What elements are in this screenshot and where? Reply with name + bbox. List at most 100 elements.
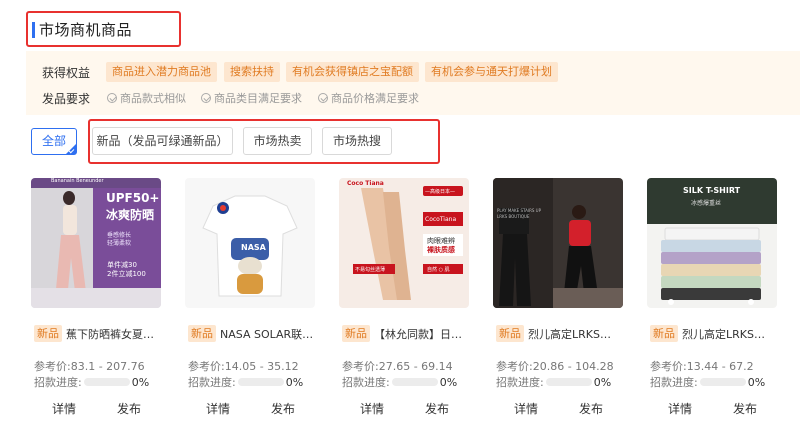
progress-label: 招款进度: (650, 376, 698, 389)
image-text-1: SILK T-SHIRT (683, 186, 741, 195)
product-price: 参考价:20.86 - 104.28 (496, 358, 614, 374)
product-progress: 招款进度: 0% (342, 374, 457, 390)
product-image[interactable]: NASA (185, 178, 315, 308)
benefit-tag-boost-plan: 有机会参与通天打爆计划 (425, 62, 558, 82)
filter-new-products-button[interactable]: 新品（发品可绿通新品） (92, 127, 233, 155)
image-subtext-2: 轻薄柔软 (107, 240, 132, 247)
publish-link[interactable]: 发布 (425, 400, 449, 417)
filter-all-label: 全部 (41, 134, 66, 148)
image-brand: Coco Tiana (347, 180, 384, 187)
image-headline: UPF50+ (106, 191, 160, 205)
new-badge: 新品 (496, 325, 524, 342)
product-title[interactable]: 新品 烈儿高定LRKS… (650, 325, 777, 342)
product-image[interactable]: Bananain Beneunder UPF50+ 冰爽防晒 垂感修长 轻薄柔软… (31, 178, 161, 308)
product-progress: 招款进度: 0% (188, 374, 303, 390)
image-text-2: LRKS BOUTIQUE (497, 214, 530, 219)
detail-link[interactable]: 详情 (668, 400, 692, 417)
product-card[interactable]: SILK T-SHIRT 冰感爆重丝 新品 烈儿高定LRKS… 参考价:13.4… (647, 178, 777, 428)
filter-hot-selling-button[interactable]: 市场热卖 (243, 127, 312, 155)
image-promo-2: 2件立减100 (107, 270, 146, 278)
detail-link[interactable]: 详情 (514, 400, 538, 417)
product-price: 参考价:13.44 - 67.2 (650, 358, 754, 374)
product-card[interactable]: PLAY MAKE STAIRS UP LRKS BOUTIQUE 新品 烈儿高… (493, 178, 623, 428)
progress-bar (83, 378, 130, 386)
product-title-text: 【林允同款】日… (374, 327, 462, 341)
check-circle-icon (201, 93, 211, 103)
new-badge: 新品 (342, 325, 370, 342)
section-title: 市场商机商品 (39, 21, 133, 39)
check-circle-icon (318, 93, 328, 103)
image-tag: —高级日本— (425, 189, 456, 195)
product-title[interactable]: 新品 【林允同款】日… (342, 325, 469, 342)
product-image[interactable]: PLAY MAKE STAIRS UP LRKS BOUTIQUE (493, 178, 623, 308)
product-card[interactable]: Coco Tiana —高级日本— CocoTiana 肉眼难辨 裸肤质感 不易… (339, 178, 469, 428)
image-logo: CocoTiana (425, 216, 457, 223)
image-headline-2: 冰爽防晒 (106, 208, 155, 222)
price-label: 参考价: (496, 360, 533, 373)
progress-percent: 0% (747, 375, 766, 389)
progress-label: 招款进度: (188, 376, 236, 389)
requirement-category: 商品类目满足要求 (201, 90, 302, 106)
progress-bar (391, 378, 438, 386)
product-title-text: NASA SOLAR联… (220, 327, 314, 341)
product-title[interactable]: 新品 烈儿高定LRKS… (496, 325, 623, 342)
price-value: 83.1 - 207.76 (70, 360, 145, 373)
benefit-tag-shop-treasure: 有机会获得镇店之宝配额 (286, 62, 419, 82)
detail-link[interactable]: 详情 (360, 400, 384, 417)
progress-percent: 0% (131, 375, 150, 389)
product-card[interactable]: NASA 新品 NASA SOLAR联… 参考价:14.05 - 35.12 招… (185, 178, 315, 428)
progress-bar (237, 378, 284, 386)
filter-all-button[interactable]: 全部 (31, 128, 77, 155)
price-value: 13.44 - 67.2 (686, 360, 754, 373)
product-image[interactable]: Coco Tiana —高级日本— CocoTiana 肉眼难辨 裸肤质感 不易… (339, 178, 469, 308)
detail-link[interactable]: 详情 (206, 400, 230, 417)
progress-label: 招款进度: (496, 376, 544, 389)
benefit-tag-search-support: 搜索扶持 (224, 62, 280, 82)
benefits-label: 获得权益 (42, 66, 91, 80)
product-image[interactable]: SILK T-SHIRT 冰感爆重丝 (647, 178, 777, 308)
product-card[interactable]: Bananain Beneunder UPF50+ 冰爽防晒 垂感修长 轻薄柔软… (31, 178, 161, 428)
publish-link[interactable]: 发布 (579, 400, 603, 417)
image-brand-header: Bananain Beneunder (51, 178, 104, 184)
image-text-2: 冰感爆重丝 (691, 200, 722, 207)
price-label: 参考价: (188, 360, 225, 373)
publish-link[interactable]: 发布 (117, 400, 141, 417)
image-text-1: PLAY MAKE STAIRS UP (497, 208, 541, 213)
image-badge-1: 不易勾丝透薄 (355, 267, 386, 273)
product-title-text: 蕉下防晒裤女夏… (66, 327, 154, 341)
new-badge: 新品 (34, 325, 62, 342)
requirement-price: 商品价格满足要求 (318, 90, 419, 106)
progress-bar (699, 378, 746, 386)
requirement-text: 商品价格满足要求 (331, 92, 419, 105)
requirement-style: 商品款式相似 (107, 90, 186, 106)
publish-link[interactable]: 发布 (733, 400, 757, 417)
price-label: 参考价: (650, 360, 687, 373)
publish-link[interactable]: 发布 (271, 400, 295, 417)
image-shirt-text: NASA (241, 243, 266, 252)
progress-percent: 0% (593, 375, 612, 389)
price-label: 参考价: (34, 360, 71, 373)
product-progress: 招款进度: 0% (650, 374, 765, 390)
price-label: 参考价: (342, 360, 379, 373)
section-title-accent (32, 22, 35, 38)
requirements-label: 发品要求 (42, 92, 91, 106)
progress-bar (545, 378, 592, 386)
new-badge: 新品 (188, 325, 216, 342)
detail-link[interactable]: 详情 (52, 400, 76, 417)
product-title[interactable]: 新品 NASA SOLAR联… (188, 325, 315, 342)
new-badge: 新品 (650, 325, 678, 342)
product-title-text: 烈儿高定LRKS… (528, 327, 611, 341)
image-badge-2: 自然 ○ 肌 (427, 267, 450, 273)
progress-label: 招款进度: (342, 376, 390, 389)
product-price: 参考价:14.05 - 35.12 (188, 358, 299, 374)
page: 市场商机商品 获得权益 商品进入潜力商品池 搜索扶持 有机会获得镇店之宝配额 有… (0, 0, 800, 431)
filter-hot-search-button[interactable]: 市场热搜 (322, 127, 392, 155)
product-price: 参考价:27.65 - 69.14 (342, 358, 453, 374)
product-progress: 招款进度: 0% (496, 374, 611, 390)
product-title-text: 烈儿高定LRKS… (682, 327, 765, 341)
product-image-art (493, 178, 623, 308)
selected-check-icon (66, 144, 76, 154)
requirement-text: 商品类目满足要求 (214, 92, 302, 105)
product-title[interactable]: 新品 蕉下防晒裤女夏… (34, 325, 161, 342)
price-value: 14.05 - 35.12 (224, 360, 299, 373)
